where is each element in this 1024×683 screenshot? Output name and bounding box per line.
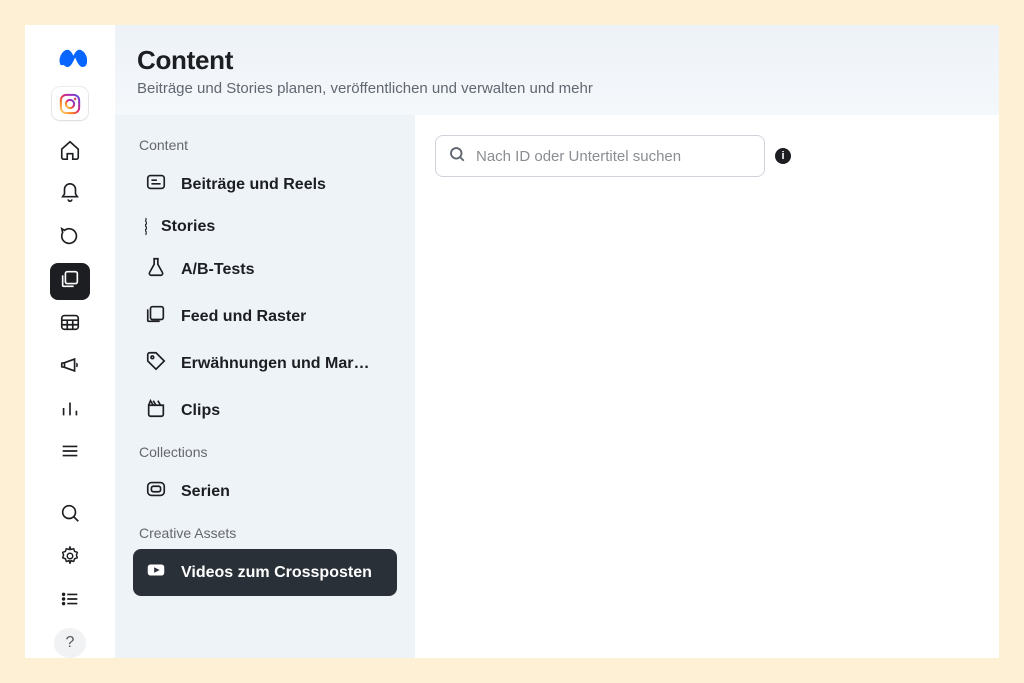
nav-settings[interactable]: [50, 540, 90, 577]
group-label-content: Content: [139, 137, 397, 153]
page-title: Content: [137, 45, 999, 76]
chat-icon: [59, 225, 81, 252]
subnav-item-label: A/B-Tests: [181, 261, 255, 279]
app-frame: ? Content Beiträge und Stories planen, v…: [25, 25, 999, 658]
nav-help[interactable]: ?: [54, 628, 86, 658]
search-icon: [448, 145, 466, 168]
subnav-posts-reels[interactable]: Beiträge und Reels: [133, 161, 397, 208]
info-icon[interactable]: i: [775, 148, 791, 164]
gear-icon: [59, 545, 81, 572]
subnav-item-label: Videos zum Crossposten: [181, 564, 372, 582]
bell-icon: [59, 182, 81, 209]
feed-grid-icon: [145, 303, 167, 330]
left-icon-rail: ?: [25, 25, 115, 658]
content-area: i: [415, 115, 999, 658]
subnav-item-label: Stories: [161, 218, 215, 236]
nav-inbox[interactable]: [50, 220, 90, 257]
meta-logo[interactable]: [53, 43, 87, 77]
page-header: Content Beiträge und Stories planen, ver…: [115, 25, 999, 115]
search-box[interactable]: [435, 135, 765, 177]
subnav-item-label: Serien: [181, 483, 230, 501]
subnav-stories[interactable]: Stories: [133, 208, 397, 246]
instagram-app-icon[interactable]: [52, 87, 88, 120]
subnav-mentions-tags[interactable]: Erwähnungen und Mar…: [133, 340, 397, 387]
main-panel: Content Beiträge und Stories planen, ver…: [115, 25, 999, 658]
megaphone-icon: [59, 354, 81, 381]
nav-all-tools[interactable]: [50, 435, 90, 472]
nav-insights[interactable]: [50, 392, 90, 429]
tag-icon: [145, 350, 167, 377]
lower-split: Content Beiträge und Reels Stories A/B-T…: [115, 115, 999, 658]
nav-home[interactable]: [50, 134, 90, 171]
nav-content[interactable]: [50, 263, 90, 300]
nav-search[interactable]: [50, 497, 90, 534]
menu-icon: [59, 440, 81, 467]
list-icon: [59, 588, 81, 615]
search-input[interactable]: [476, 148, 752, 165]
subnav-feed-grid[interactable]: Feed und Raster: [133, 293, 397, 340]
clapper-icon: [145, 397, 167, 424]
search-row: i: [435, 135, 979, 177]
search-icon: [59, 502, 81, 529]
home-icon: [59, 139, 81, 166]
video-play-icon: [145, 559, 167, 586]
content-subnav: Content Beiträge und Reels Stories A/B-T…: [115, 115, 415, 658]
nav-notifications[interactable]: [50, 177, 90, 214]
help-label: ?: [66, 634, 75, 652]
subnav-item-label: Erwähnungen und Mar…: [181, 355, 369, 373]
subnav-clips[interactable]: Clips: [133, 387, 397, 434]
nav-planner[interactable]: [50, 306, 90, 343]
nav-ads[interactable]: [50, 349, 90, 386]
subnav-item-label: Clips: [181, 402, 220, 420]
flask-icon: [145, 256, 167, 283]
page-subtitle: Beiträge und Stories planen, veröffentli…: [137, 80, 999, 97]
post-icon: [145, 171, 167, 198]
subnav-series[interactable]: Serien: [133, 468, 397, 515]
tv-icon: [145, 478, 167, 505]
group-label-creative-assets: Creative Assets: [139, 525, 397, 541]
subnav-item-label: Beiträge und Reels: [181, 176, 326, 194]
bar-chart-icon: [59, 397, 81, 424]
subnav-item-label: Feed und Raster: [181, 308, 306, 326]
content-stack-icon: [59, 268, 81, 295]
calendar-grid-icon: [59, 311, 81, 338]
subnav-ab-tests[interactable]: A/B-Tests: [133, 246, 397, 293]
subnav-crosspost-videos[interactable]: Videos zum Crossposten: [133, 549, 397, 596]
nav-task-list[interactable]: [50, 583, 90, 620]
group-label-collections: Collections: [139, 444, 397, 460]
stories-icon: [145, 218, 147, 236]
